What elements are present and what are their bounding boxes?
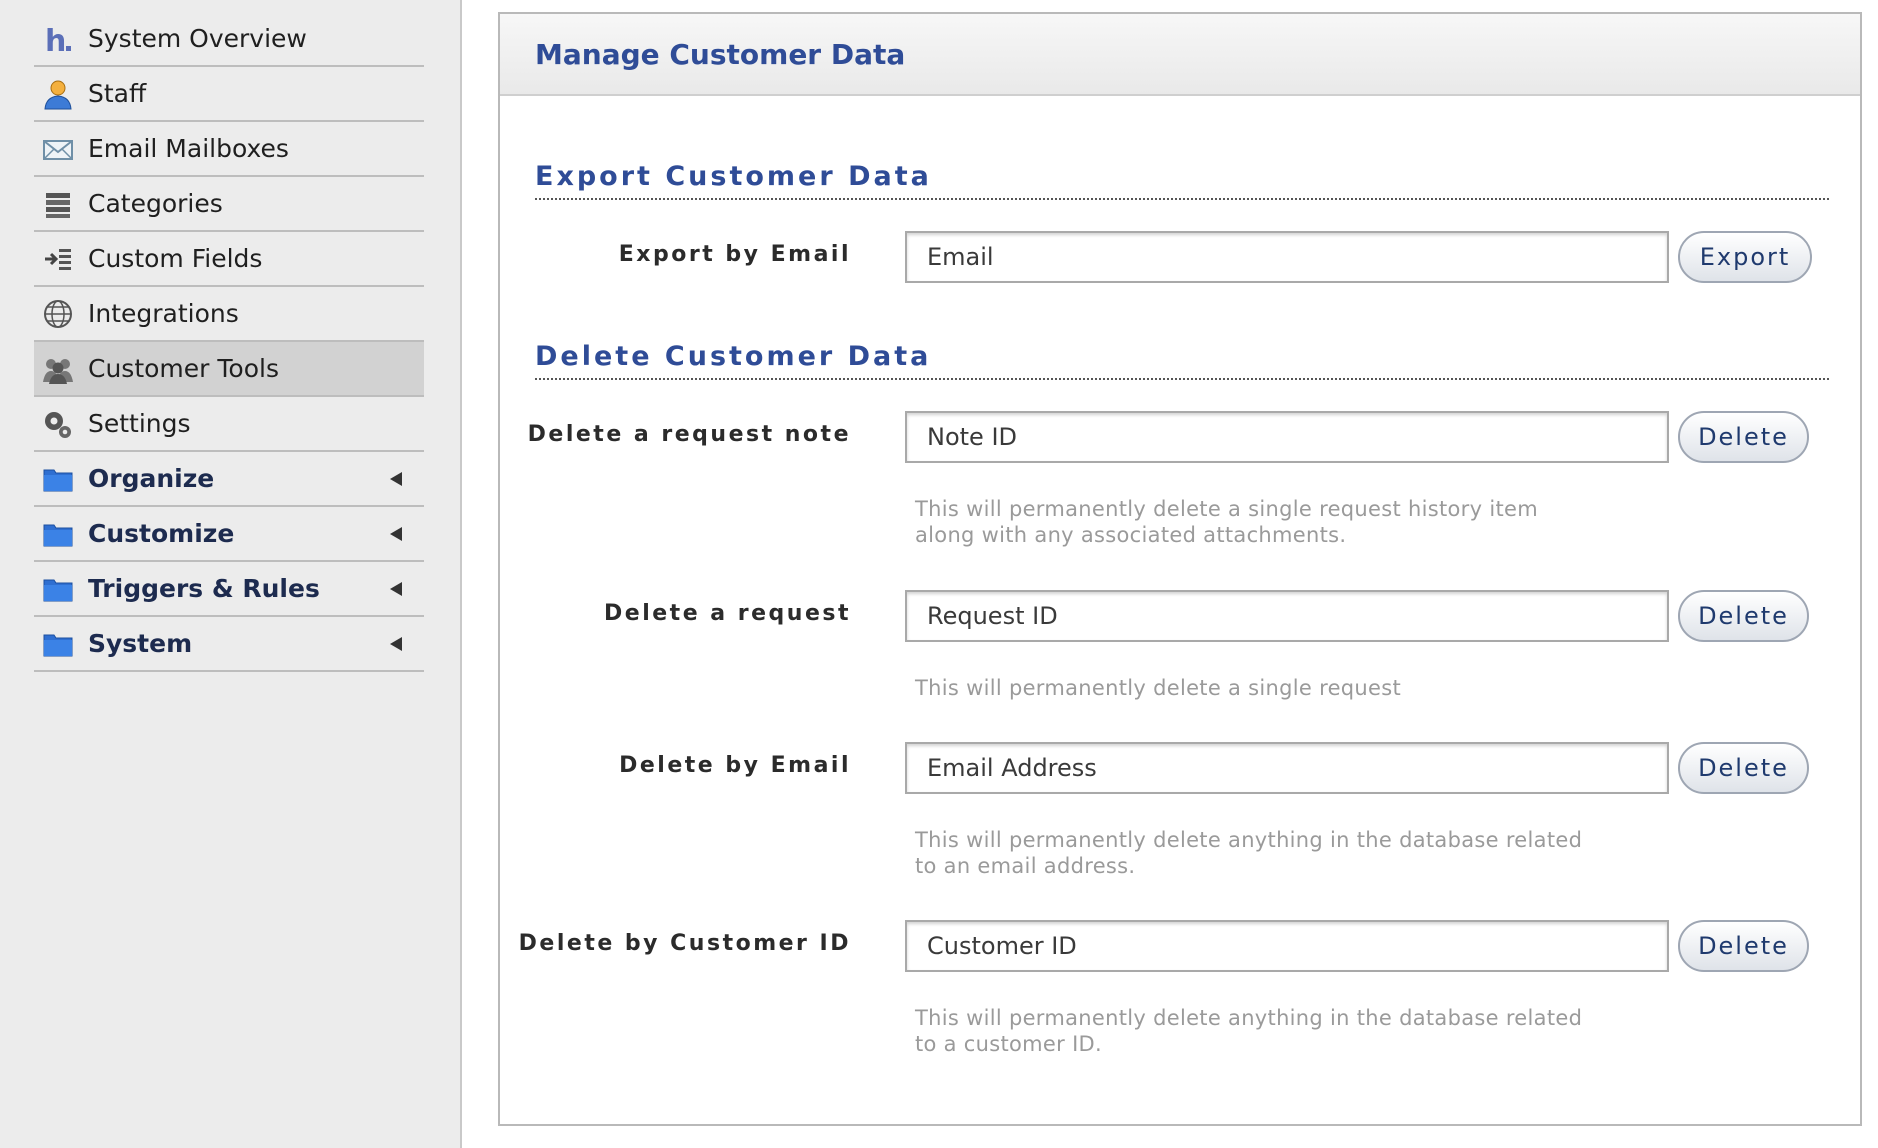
sidebar-item-categories[interactable]: Categories (34, 177, 424, 232)
svg-text:h: h (45, 24, 66, 55)
customer-tools-icon (41, 352, 75, 386)
panel-title: Manage Customer Data (500, 14, 1860, 96)
sidebar-item-label: System Overview (88, 24, 307, 53)
sidebar-item-staff[interactable]: Staff (34, 67, 424, 122)
sidebar-item-settings[interactable]: Settings (34, 397, 424, 452)
sidebar-item-label: System (88, 629, 193, 658)
delete-note-hint: This will permanently delete a single re… (915, 497, 1538, 547)
sidebar-nav: h System Overview Staff Email Mailboxes … (34, 12, 424, 672)
sidebar-item-label: Categories (88, 189, 223, 218)
gears-icon (41, 407, 75, 441)
sidebar-item-label: Custom Fields (88, 244, 263, 273)
sidebar-group-customize[interactable]: Customize (34, 507, 424, 562)
request-id-input[interactable] (905, 590, 1669, 642)
sidebar-group-triggers-rules[interactable]: Triggers & Rules (34, 562, 424, 617)
delete-by-email-label: Delete by Email (619, 753, 851, 778)
sidebar-item-label: Email Mailboxes (88, 134, 289, 163)
email-address-input[interactable] (905, 742, 1669, 794)
sidebar-item-label: Customize (88, 519, 235, 548)
sidebar-item-custom-fields[interactable]: Custom Fields (34, 232, 424, 287)
sidebar-item-label: Customer Tools (88, 354, 279, 383)
globe-icon (41, 297, 75, 331)
envelope-icon (41, 132, 75, 166)
sidebar-group-system[interactable]: System (34, 617, 424, 672)
collapse-arrow-icon[interactable] (390, 581, 402, 596)
sidebar-item-integrations[interactable]: Integrations (34, 287, 424, 342)
sidebar-item-email-mailboxes[interactable]: Email Mailboxes (34, 122, 424, 177)
delete-by-customer-id-button[interactable]: Delete (1678, 920, 1809, 972)
folder-icon (41, 462, 75, 496)
sidebar-item-system-overview[interactable]: h System Overview (34, 12, 424, 67)
sidebar-item-label: Settings (88, 409, 191, 438)
sidebar-item-label: Organize (88, 464, 215, 493)
export-email-input[interactable] (905, 231, 1669, 283)
helpdesk-logo-icon: h (41, 22, 75, 56)
collapse-arrow-icon[interactable] (390, 636, 402, 651)
delete-request-label: Delete a request (604, 601, 851, 626)
delete-request-button[interactable]: Delete (1678, 590, 1809, 642)
sidebar-item-label: Triggers & Rules (88, 574, 320, 603)
collapse-arrow-icon[interactable] (390, 471, 402, 486)
folder-icon (41, 627, 75, 661)
sidebar-group-organize[interactable]: Organize (34, 452, 424, 507)
delete-request-hint: This will permanently delete a single re… (915, 676, 1402, 700)
delete-by-email-hint: This will permanently delete anything in… (915, 828, 1583, 878)
delete-note-button[interactable]: Delete (1678, 411, 1809, 463)
sidebar-item-customer-tools[interactable]: Customer Tools (34, 342, 424, 397)
collapse-arrow-icon[interactable] (390, 526, 402, 541)
delete-request-note-label: Delete a request note (527, 422, 851, 447)
delete-by-email-button[interactable]: Delete (1678, 742, 1809, 794)
export-button[interactable]: Export (1678, 231, 1812, 283)
delete-section-title: Delete Customer Data (535, 341, 1829, 380)
export-section-title: Export Customer Data (535, 161, 1829, 200)
delete-by-customer-id-label: Delete by Customer ID (518, 931, 851, 956)
folder-icon (41, 517, 75, 551)
customer-id-input[interactable] (905, 920, 1669, 972)
note-id-input[interactable] (905, 411, 1669, 463)
sidebar-item-label: Integrations (88, 299, 239, 328)
sidebar-item-label: Staff (88, 79, 147, 108)
list-icon (41, 187, 75, 221)
manage-customer-data-panel: Manage Customer Data Export Customer Dat… (498, 12, 1862, 1126)
folder-icon (41, 572, 75, 606)
custom-fields-icon (41, 242, 75, 276)
staff-icon (41, 77, 75, 111)
sidebar: h System Overview Staff Email Mailboxes … (0, 0, 462, 1148)
delete-by-customer-id-hint: This will permanently delete anything in… (915, 1006, 1583, 1056)
export-by-email-label: Export by Email (618, 242, 851, 267)
